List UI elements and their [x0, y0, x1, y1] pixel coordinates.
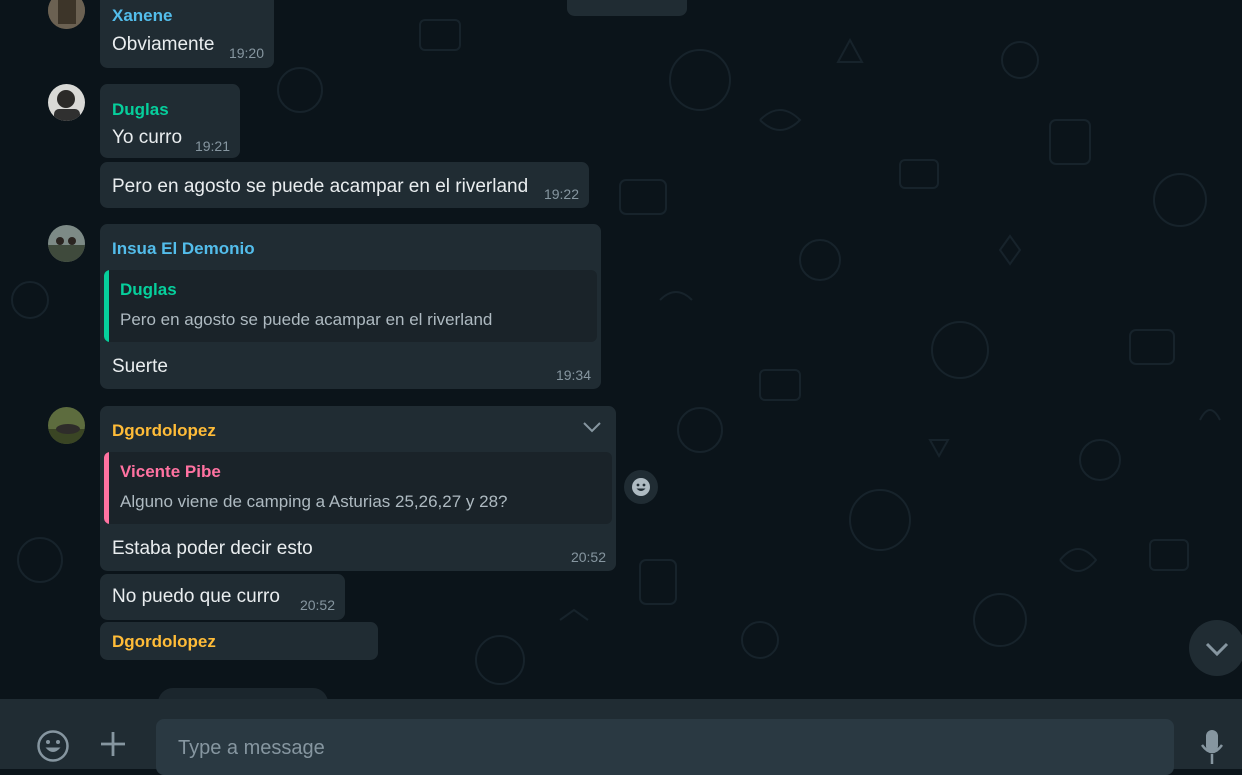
message-bubble[interactable]: Insua El Demonio Duglas Pero en agosto s… — [100, 224, 601, 389]
quote-bar — [104, 452, 109, 524]
smiley-icon — [632, 478, 650, 496]
message-time: 20:52 — [570, 549, 606, 565]
message-time: 19:20 — [228, 45, 264, 61]
quoted-text: Alguno viene de camping a Asturias 25,26… — [120, 492, 508, 511]
quoted-sender: Duglas — [120, 280, 177, 299]
avatar-image — [48, 407, 85, 444]
avatar-dgordolopez[interactable] — [48, 407, 85, 444]
avatar-image — [48, 84, 85, 121]
unread-pill-partial — [158, 688, 328, 699]
react-button[interactable] — [624, 470, 658, 504]
message-bubble-partial — [567, 0, 687, 16]
composer-bar: Type a message — [0, 699, 1242, 775]
message-bubble[interactable]: Dgordolopez — [100, 622, 378, 660]
quoted-message[interactable]: Duglas Pero en agosto se puede acampar e… — [104, 270, 597, 342]
emoji-icon — [37, 730, 69, 762]
message-text: No puedo que curro — [112, 586, 280, 607]
quoted-sender: Vicente Pibe — [120, 462, 221, 481]
message-input[interactable]: Type a message — [156, 719, 1174, 775]
message-text: Obviamente — [112, 34, 215, 55]
chevron-down-icon — [1205, 642, 1229, 657]
quoted-message[interactable]: Vicente Pibe Alguno viene de camping a A… — [104, 452, 612, 524]
message-bubble[interactable]: Duglas Yo curro 19:21 — [100, 84, 240, 158]
quoted-text: Pero en agosto se puede acampar en el ri… — [120, 310, 493, 329]
avatar-duglas[interactable] — [48, 84, 85, 121]
chat-area: Xanene Obviamente 19:20 Duglas Yo curro … — [0, 0, 1242, 699]
message-bubble[interactable]: Pero en agosto se puede acampar en el ri… — [100, 162, 589, 208]
attach-button[interactable] — [96, 727, 130, 761]
message-time: 20:52 — [299, 597, 335, 613]
message-time: 19:34 — [555, 367, 591, 383]
avatar-insua[interactable] — [48, 225, 85, 262]
emoji-button[interactable] — [34, 727, 72, 765]
message-sender: Duglas — [112, 100, 169, 119]
message-text: Yo curro — [112, 127, 183, 148]
message-time: 19:21 — [194, 138, 230, 154]
voice-message-button[interactable] — [1195, 727, 1229, 767]
message-input-placeholder: Type a message — [178, 737, 325, 759]
message-sender: Dgordolopez — [112, 421, 216, 440]
message-sender: Insua El Demonio — [112, 239, 255, 258]
message-sender: Dgordolopez — [112, 632, 216, 651]
chevron-down-icon[interactable] — [582, 420, 602, 434]
message-text: Pero en agosto se puede acampar en el ri… — [112, 176, 529, 197]
message-text: Suerte — [112, 356, 168, 377]
message-bubble[interactable]: Xanene Obviamente 19:20 — [100, 0, 274, 68]
quote-bar — [104, 270, 109, 342]
message-text: Estaba poder decir esto — [112, 538, 313, 559]
message-bubble[interactable]: No puedo que curro 20:52 — [100, 574, 345, 620]
message-bubble[interactable]: Dgordolopez Vicente Pibe Alguno viene de… — [100, 406, 616, 571]
plus-icon — [101, 732, 125, 756]
microphone-icon — [1200, 730, 1224, 764]
message-sender: Xanene — [112, 6, 173, 25]
avatar-image — [48, 225, 85, 262]
scroll-down-button[interactable] — [1189, 620, 1242, 676]
message-time: 19:22 — [543, 186, 579, 202]
